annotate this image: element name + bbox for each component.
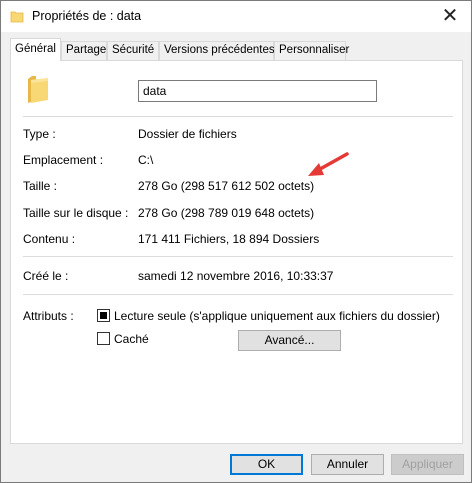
size-label: Taille : [23,179,58,193]
cancel-button[interactable]: Annuler [311,454,384,475]
folder-name-field[interactable] [138,80,377,102]
hidden-checkbox-label[interactable]: Caché [114,332,149,346]
properties-dialog: Propriétés de : data ✕ Général Partage S… [0,0,472,483]
window-title: Propriétés de : data [32,9,142,23]
title-bar: Propriétés de : data ✕ [1,1,471,32]
location-value: C:\ [138,153,154,167]
size-value: 278 Go (298 517 612 502 octets) [138,179,315,193]
created-value: samedi 12 novembre 2016, 10:33:37 [138,269,334,283]
apply-button[interactable]: Appliquer [391,454,464,475]
size-on-disk-value: 278 Go (298 789 019 648 octets) [138,206,315,220]
advanced-button[interactable]: Avancé... [238,330,341,351]
tab-previous-versions[interactable]: Versions précédentes [159,41,275,60]
location-label: Emplacement : [23,153,104,167]
separator [23,256,453,257]
tab-sharing[interactable]: Partage [61,41,107,60]
separator [23,294,453,295]
attributes-label: Attributs : [23,309,74,323]
size-on-disk-label: Taille sur le disque : [23,206,129,220]
type-value: Dossier de fichiers [138,127,237,141]
folder-icon [28,76,48,103]
readonly-checkbox[interactable] [97,309,110,322]
contents-label: Contenu : [23,232,76,246]
created-label: Créé le : [23,269,69,283]
contents-value: 171 411 Fichiers, 18 894 Dossiers [138,232,320,246]
tab-general[interactable]: Général [10,38,61,61]
separator [23,116,453,117]
folder-icon [10,11,24,23]
readonly-checkbox-label[interactable]: Lecture seule (s'applique uniquement aux… [114,309,440,323]
type-label: Type : [23,127,56,141]
close-button[interactable]: ✕ [433,3,467,29]
red-arrow-icon [308,152,349,176]
hidden-checkbox[interactable] [97,332,110,345]
ok-button[interactable]: OK [230,454,303,475]
tab-security[interactable]: Sécurité [107,41,159,60]
tab-customize[interactable]: Personnaliser [274,41,349,60]
general-tab-panel: Type : Dossier de fichiers Emplacement :… [10,60,463,444]
